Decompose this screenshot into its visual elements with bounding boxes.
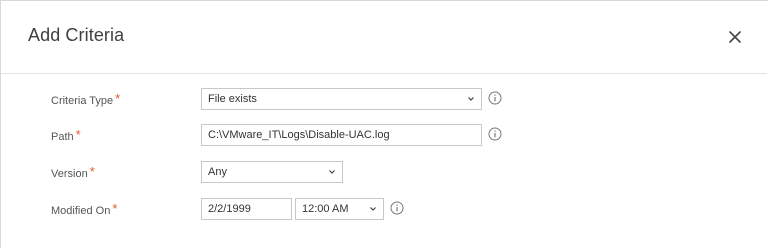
version-value: Any	[208, 166, 227, 178]
version-row: Version * Any	[1, 161, 767, 185]
add-criteria-dialog: Add Criteria Criteria Type * File exists …	[0, 0, 768, 248]
dialog-title: Add Criteria	[28, 25, 125, 45]
modified-on-label-text: Modified On	[51, 205, 111, 217]
chevron-down-icon	[329, 170, 335, 174]
modified-on-time-value: 12:00 AM	[302, 203, 349, 215]
required-mark: *	[112, 201, 118, 216]
criteria-type-row: Criteria Type * File exists	[1, 88, 767, 112]
chevron-down-icon	[468, 97, 474, 101]
required-mark: *	[75, 127, 81, 142]
criteria-type-value: File exists	[208, 93, 257, 105]
version-label-text: Version	[51, 168, 88, 180]
dialog-header: Add Criteria	[1, 1, 767, 74]
modified-on-row: Modified On * 2/2/1999 12:00 AM	[1, 198, 767, 222]
modified-on-label: Modified On *	[51, 201, 118, 217]
path-value: C:\VMware_IT\Logs\Disable-UAC.log	[208, 129, 390, 141]
path-input[interactable]: C:\VMware_IT\Logs\Disable-UAC.log	[201, 124, 482, 146]
required-mark: *	[115, 91, 121, 106]
version-label: Version *	[51, 164, 95, 180]
modified-on-date-input[interactable]: 2/2/1999	[201, 198, 292, 220]
modified-on-date-value: 2/2/1999	[208, 203, 251, 215]
path-row: Path * C:\VMware_IT\Logs\Disable-UAC.log	[1, 124, 767, 148]
criteria-type-select[interactable]: File exists	[201, 88, 482, 110]
modified-on-time-select[interactable]: 12:00 AM	[295, 198, 384, 220]
criteria-type-label: Criteria Type *	[51, 91, 121, 107]
info-icon[interactable]	[488, 127, 502, 141]
required-mark: *	[89, 164, 95, 179]
chevron-down-icon	[370, 207, 376, 211]
info-icon[interactable]	[488, 91, 502, 105]
close-icon[interactable]	[725, 27, 745, 47]
info-icon[interactable]	[390, 201, 404, 215]
path-label-text: Path	[51, 131, 74, 143]
criteria-type-label-text: Criteria Type	[51, 95, 114, 107]
version-select[interactable]: Any	[201, 161, 343, 183]
path-label: Path *	[51, 127, 81, 143]
